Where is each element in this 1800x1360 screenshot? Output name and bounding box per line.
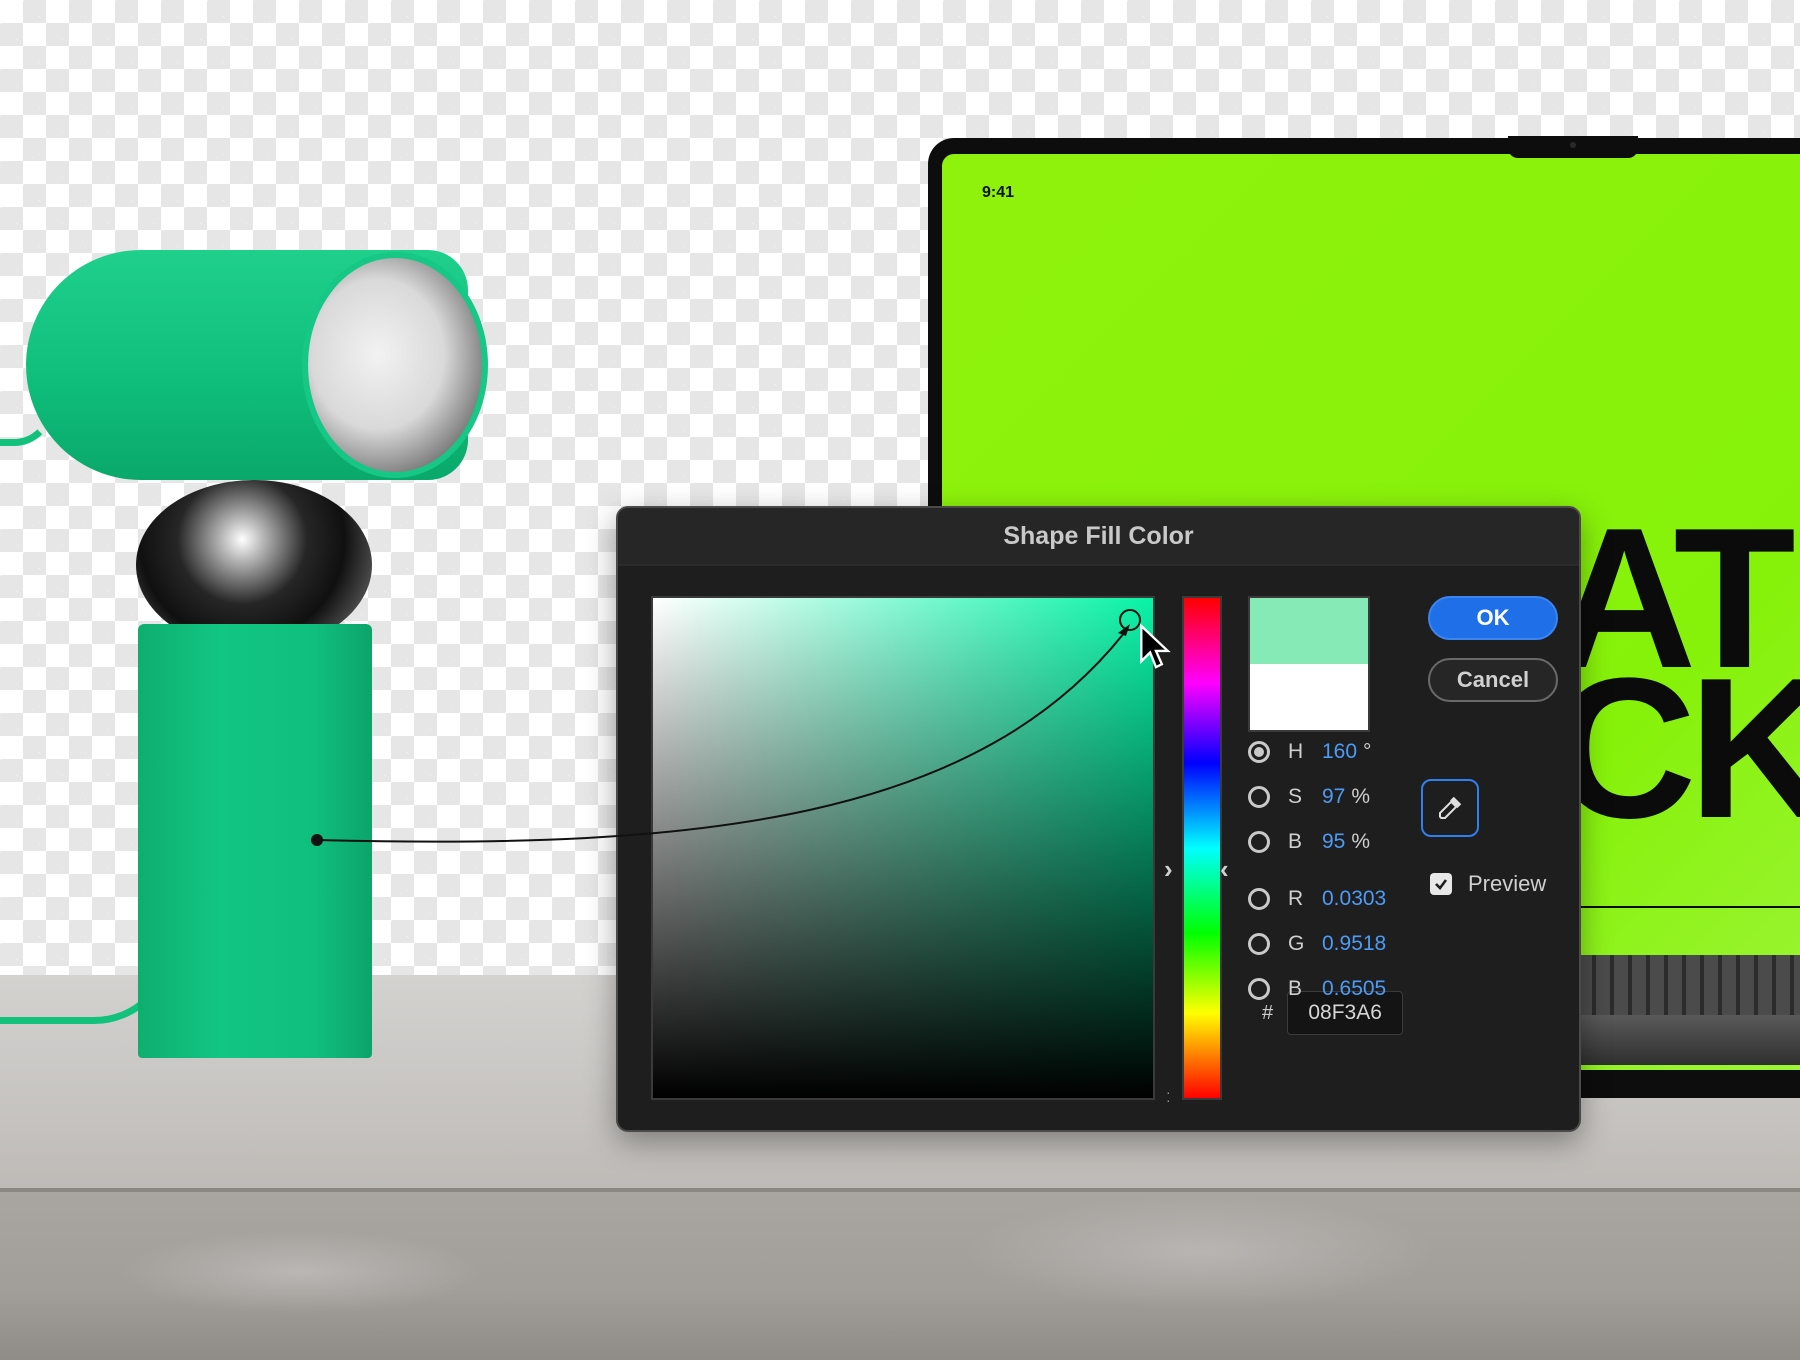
laptop-keyboard-deck xyxy=(1560,955,1800,1015)
radio-blue[interactable] xyxy=(1248,978,1270,1000)
value-label-saturation: S xyxy=(1288,785,1303,808)
resize-grip-icon: · · xyxy=(1166,1084,1171,1108)
status-time: 9:41 xyxy=(982,184,1015,201)
value-label-green: G xyxy=(1288,932,1305,955)
ok-button[interactable]: OK xyxy=(1428,596,1558,640)
radio-saturation[interactable] xyxy=(1248,786,1270,808)
screen-headline: AT CK xyxy=(1552,487,1800,860)
preview-checkbox[interactable] xyxy=(1430,873,1452,895)
value-input-brightness[interactable]: 95 xyxy=(1322,830,1345,854)
mouse-pointer-icon xyxy=(1140,623,1171,669)
value-input-blue[interactable]: 0.6505 xyxy=(1322,977,1386,1001)
eyedropper-button[interactable] xyxy=(1421,779,1479,837)
value-row-blue[interactable]: B 0.6505 xyxy=(1248,974,1386,1004)
value-row-saturation[interactable]: S 97% xyxy=(1248,782,1370,812)
value-label-hue: H xyxy=(1288,740,1304,763)
counter-front xyxy=(0,1192,1800,1360)
value-label-blue: B xyxy=(1288,977,1303,1000)
radio-hue[interactable] xyxy=(1248,741,1270,763)
screen-rule xyxy=(1562,906,1800,908)
lamp-base xyxy=(138,624,372,1058)
eyedropper-icon xyxy=(1439,796,1462,819)
cancel-button[interactable]: Cancel xyxy=(1428,658,1558,702)
laptop-base xyxy=(1560,1015,1800,1065)
value-unit-brightness: % xyxy=(1351,830,1371,853)
current-color-swatch[interactable] xyxy=(1250,664,1368,730)
value-input-saturation[interactable]: 97 xyxy=(1322,785,1345,809)
value-row-red[interactable]: R 0.0303 xyxy=(1248,884,1386,914)
radio-brightness[interactable] xyxy=(1248,831,1270,853)
color-swatch xyxy=(1248,596,1370,732)
value-unit-hue: ° xyxy=(1363,740,1372,763)
color-field[interactable] xyxy=(651,596,1155,1100)
camera-icon xyxy=(1570,142,1576,148)
dialog-titlebar[interactable]: Shape Fill Color xyxy=(618,508,1579,566)
hue-slider-right-arrow-icon[interactable]: ‹ xyxy=(1220,854,1229,885)
value-unit-saturation: % xyxy=(1351,785,1371,808)
radio-green[interactable] xyxy=(1248,933,1270,955)
value-row-brightness[interactable]: B 95% xyxy=(1248,827,1370,857)
preview-row[interactable]: Preview xyxy=(1430,871,1546,897)
checkmark-icon xyxy=(1435,879,1448,890)
value-row-hue[interactable]: H 160 ° xyxy=(1248,737,1371,767)
hue-slider-left-arrow-icon[interactable]: › xyxy=(1164,854,1173,885)
lamp-head-opening xyxy=(302,252,488,478)
value-input-green[interactable]: 0.9518 xyxy=(1322,932,1386,956)
value-input-red[interactable]: 0.0303 xyxy=(1322,887,1386,911)
new-color-swatch xyxy=(1250,598,1368,664)
value-row-green[interactable]: G 0.9518 xyxy=(1248,929,1386,959)
value-label-brightness: B xyxy=(1288,830,1303,853)
preview-label: Preview xyxy=(1468,871,1547,896)
radio-selected-dot xyxy=(1254,747,1264,757)
dialog-title: Shape Fill Color xyxy=(1003,521,1194,550)
radio-red[interactable] xyxy=(1248,888,1270,910)
hex-hash-label: # xyxy=(1262,1001,1274,1024)
hue-slider[interactable] xyxy=(1182,596,1222,1100)
value-label-red: R xyxy=(1288,887,1304,910)
value-input-hue[interactable]: 160 xyxy=(1322,740,1357,764)
shape-fill-color-dialog: Shape Fill Color › ‹ · · OK Cancel Previe… xyxy=(616,506,1581,1132)
laptop-notch xyxy=(1508,136,1638,158)
